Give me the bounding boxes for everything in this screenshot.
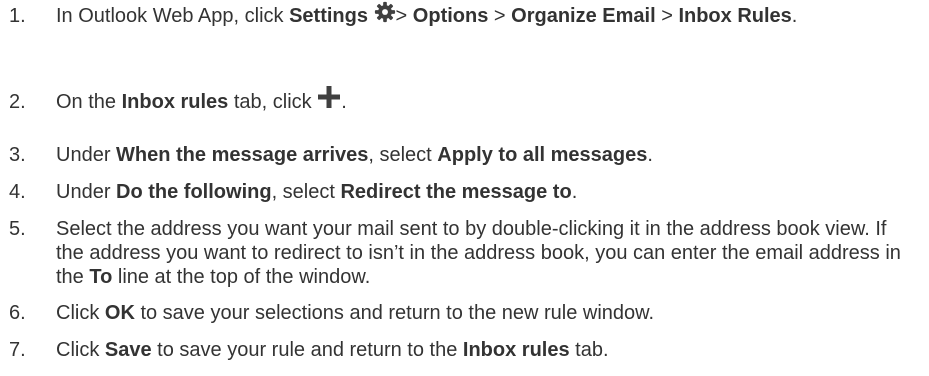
step-text: Click OK to save your selections and ret… bbox=[56, 301, 916, 325]
instruction-steps-list: 1. In Outlook Web App, click Settings > … bbox=[0, 0, 929, 376]
step-text: Under Do the following, select Redirect … bbox=[56, 180, 916, 204]
step-number: 1. bbox=[9, 5, 26, 27]
step-text-run: On the bbox=[56, 91, 122, 113]
step-text-run: . bbox=[341, 91, 347, 113]
step-text-run: tab, click bbox=[228, 91, 318, 113]
step-text: Under When the message arrives, select A… bbox=[56, 143, 916, 167]
inbox-rules-label: Inbox Rules bbox=[678, 5, 792, 27]
step-number: 5. bbox=[9, 218, 26, 240]
step-text-run: > bbox=[395, 5, 413, 27]
when-message-arrives-label: When the message arrives bbox=[116, 144, 369, 166]
step-number: 2. bbox=[9, 91, 26, 113]
do-the-following-label: Do the following bbox=[116, 181, 272, 203]
step-text-run: , select bbox=[368, 144, 438, 166]
step-text-run: . bbox=[791, 5, 798, 27]
step-text-run: line at the top of the window. bbox=[112, 266, 371, 288]
inbox-rules-label: Inbox rules bbox=[462, 339, 570, 361]
options-label: Options bbox=[412, 5, 489, 27]
step-text-run: . bbox=[571, 181, 578, 203]
plus-icon bbox=[317, 85, 341, 115]
step-text-run: Under bbox=[56, 144, 117, 166]
gear-icon bbox=[374, 1, 396, 29]
save-label: Save bbox=[104, 339, 152, 361]
step-number: 6. bbox=[9, 302, 26, 324]
step-text-run: In Outlook Web App, click bbox=[56, 5, 290, 27]
step-number: 7. bbox=[9, 339, 26, 361]
redirect-message-label: Redirect the message to bbox=[340, 181, 572, 203]
step-text-run: . bbox=[647, 144, 653, 166]
step-number: 3. bbox=[9, 144, 26, 166]
to-line-label: To bbox=[89, 266, 113, 288]
step-text-run: Click bbox=[56, 339, 105, 361]
step-text-run: tab. bbox=[569, 339, 609, 361]
inbox-rules-label: Inbox rules bbox=[121, 91, 229, 113]
step-text: Click Save to save your rule and return … bbox=[56, 338, 916, 362]
step-text-run: Click bbox=[56, 302, 105, 324]
step-text-run: > bbox=[655, 5, 679, 27]
step-number: 4. bbox=[9, 181, 26, 203]
step-text: On the Inbox rules tab, click . bbox=[56, 85, 916, 115]
step-text-run: to save your rule and return to the bbox=[151, 339, 463, 361]
ok-label: OK bbox=[104, 302, 135, 324]
organize-email-label: Organize Email bbox=[511, 5, 656, 27]
apply-to-all-label: Apply to all messages bbox=[437, 144, 648, 166]
settings-label: Settings bbox=[289, 5, 368, 27]
step-text-run: to save your selections and return to th… bbox=[134, 302, 655, 324]
step-text-run: , select bbox=[271, 181, 341, 203]
step-text-run: > bbox=[488, 5, 512, 27]
step-text: In Outlook Web App, click Settings > Opt… bbox=[56, 1, 916, 29]
step-text: Select the address you want your mail se… bbox=[56, 217, 916, 289]
step-text-run: Under bbox=[56, 181, 117, 203]
